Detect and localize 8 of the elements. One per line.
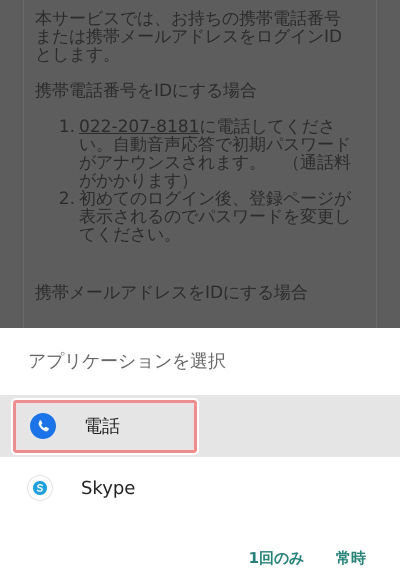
choice-button[interactable]: 1回のみ <box>248 547 304 570</box>
app-option[interactable]: 電話 <box>0 395 400 457</box>
app-name: 電話 <box>84 414 120 438</box>
sheet-title: アプリケーションを選択 <box>27 350 227 374</box>
phone-icon <box>30 413 56 439</box>
choice-button[interactable]: 常時 <box>336 547 366 570</box>
skype-logo-icon <box>27 475 53 501</box>
app-name: Skype <box>81 476 136 500</box>
